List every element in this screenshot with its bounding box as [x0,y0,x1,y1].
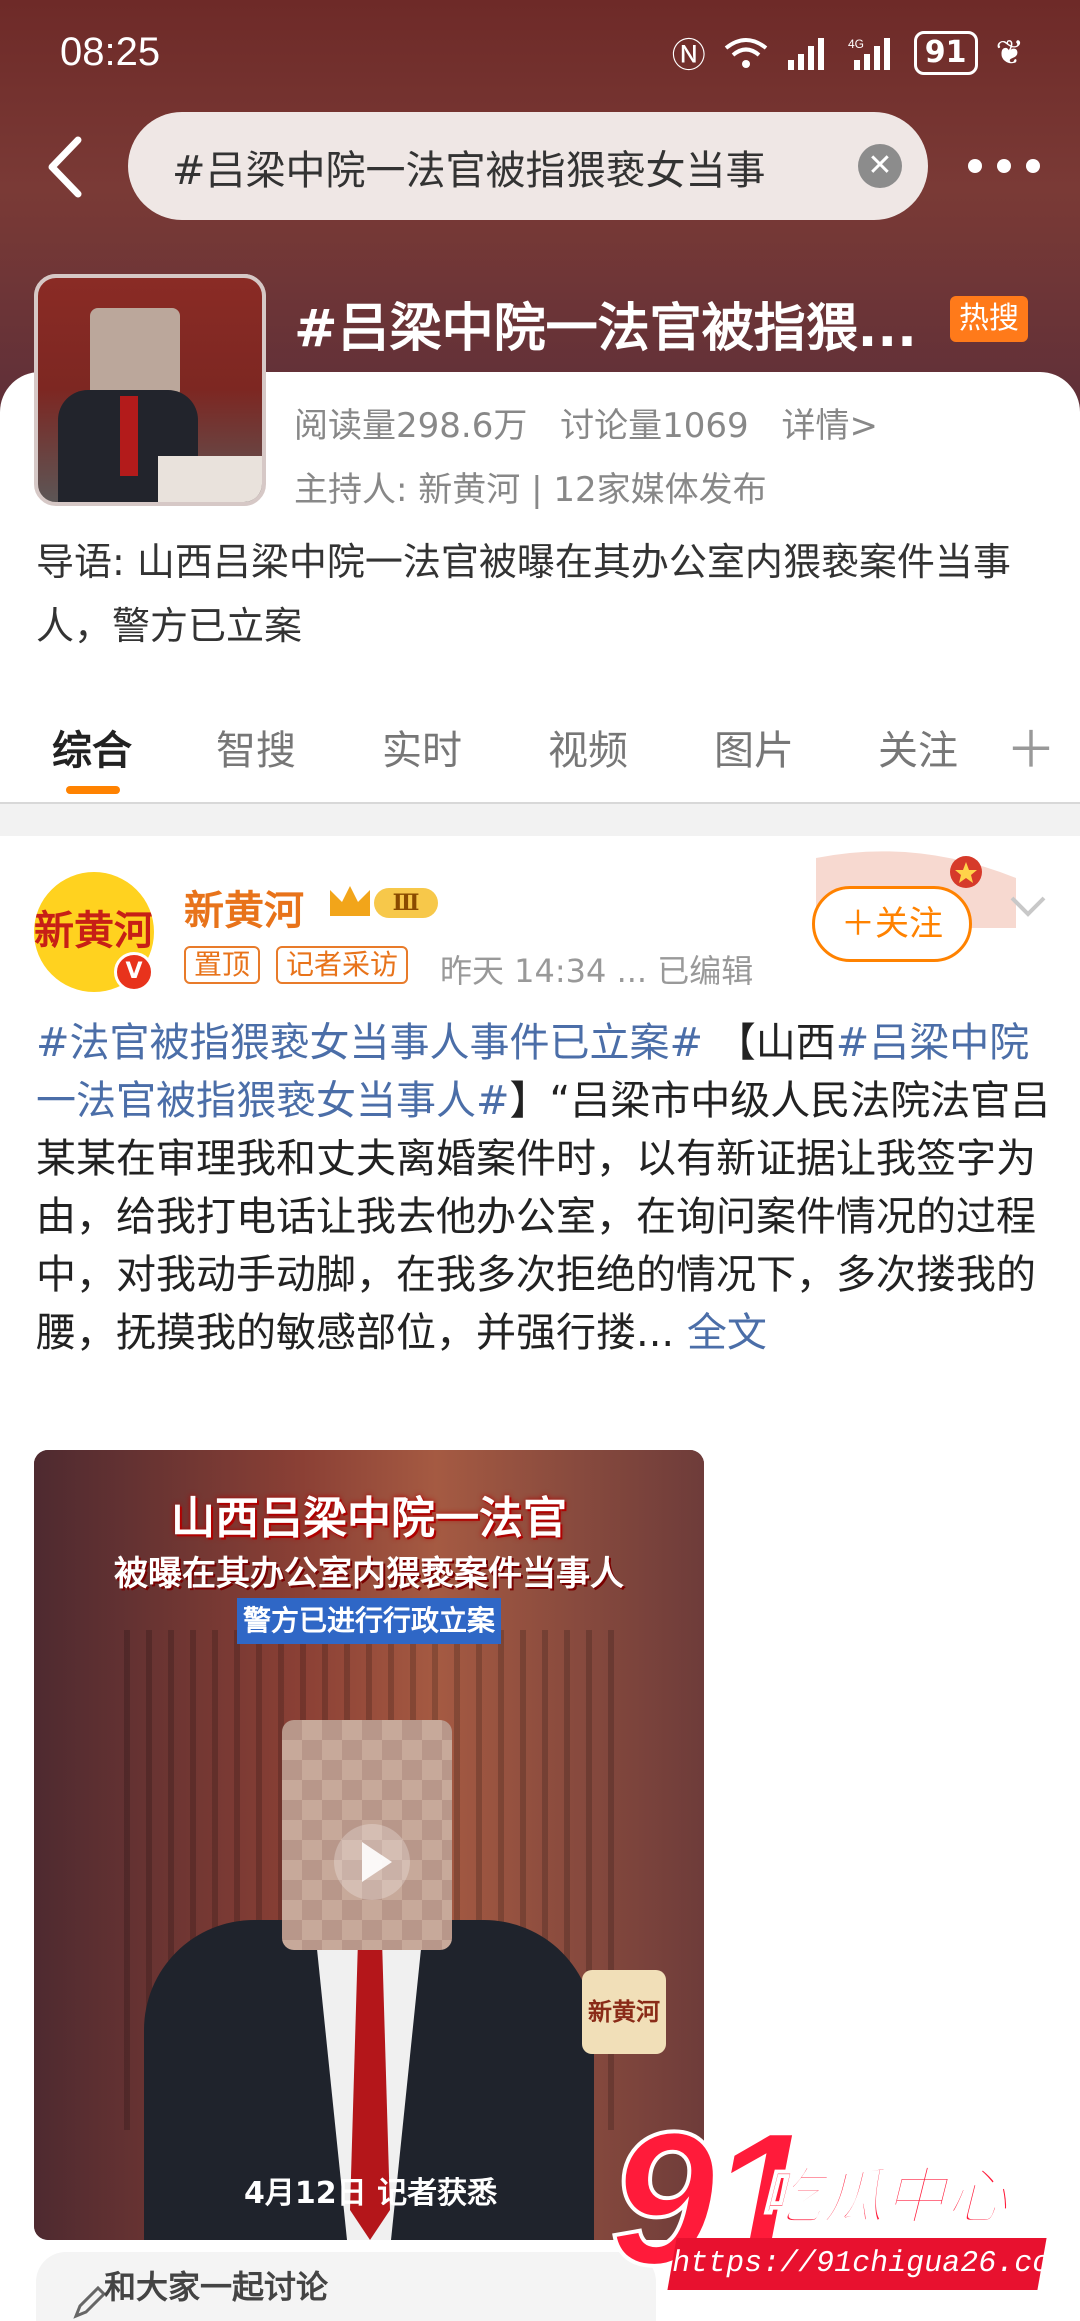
discuss-label: 和大家一起讨论 [104,2268,329,2306]
follow-button[interactable]: ＋关注 [812,886,972,962]
topic-host: 主持人: 新黄河 | 12家媒体发布 [294,470,767,510]
tab-smart-search[interactable]: 智搜 [216,718,296,776]
post-body: #法官被指猥亵女当事人事件已立案# 【山西#吕梁中院一法官被指猥亵女当事人#】“… [36,1020,1051,1356]
topic-stats: 阅读量298.6万 讨论量1069 详情> [294,398,900,447]
leaf-icon: ❦ [995,32,1025,73]
back-arrow-icon[interactable] [38,134,98,200]
tab-realtime[interactable]: 实时 [382,718,462,776]
hashtag-link-case-filed[interactable]: #法官被指猥亵女当事人事件已立案# [36,1020,703,1066]
verified-icon: V [114,952,154,992]
video-headline-1: 山西吕梁中院一法官 [171,1493,567,1544]
read-count: 阅读量298.6万 [294,406,528,446]
tab-following[interactable]: 关注 [878,718,958,776]
svg-text:Ⅲ: Ⅲ [393,890,420,916]
video-headline-2: 被曝在其办公室内猥亵案件当事人 [114,1554,624,1594]
topic-intro: 导语: 山西吕梁中院一法官被曝在其办公室内猥亵案件当事人，警方已立案 [36,540,1011,648]
tab-comprehensive[interactable]: 综合 [52,718,132,776]
clear-search-icon[interactable]: ✕ [858,144,902,188]
tab-video[interactable]: 视频 [548,718,628,776]
post-meta: 昨天 14:34 ... 已编辑 [440,952,754,990]
author-name[interactable]: 新黄河 [184,878,304,936]
section-divider [0,802,1080,836]
watermark-url: https://91chigua26.com [667,2238,1071,2290]
svg-text:4G: 4G [848,37,864,51]
status-bar: 08:25 Ⓝ 4G 91 ❦ [0,0,1080,110]
signal-icon [787,37,824,70]
video-player[interactable]: 山西吕梁中院一法官 被曝在其办公室内猥亵案件当事人 警方已进行行政立案 新黄河 … [34,1450,704,2240]
topic-thumbnail-front[interactable] [34,274,266,506]
chevron-down-icon[interactable] [1008,890,1048,920]
status-time: 08:25 [60,30,161,74]
search-nav-row: #吕梁中院一法官被指猥亵女当事 ✕ [0,112,1080,222]
hot-search-badge: 热搜 [950,296,1028,342]
topic-title: #吕梁中院一法官被指猥... [294,299,917,359]
video-badge: 警方已进行行政立案 [237,1598,501,1644]
add-tab-icon[interactable]: ＋ [1006,710,1056,782]
search-query-text: #吕梁中院一法官被指猥亵女当事 [172,148,766,194]
active-tab-indicator [66,786,120,794]
wifi-icon [724,37,767,68]
signal-4g-icon: 4G [848,37,890,70]
battery-indicator: 91 [913,30,978,75]
status-icons: Ⓝ 4G 91 ❦ [672,28,1024,77]
reporter-interview-tag: 记者采访 [276,946,409,984]
tab-bar: 综合 智搜 实时 视频 图片 关注 ＋ [0,706,1080,802]
pinned-tag: 置顶 [184,946,261,984]
discussion-count: 讨论量1069 [560,406,749,446]
play-icon[interactable] [334,1824,410,1900]
video-date-caption: 4月12日 记者获悉 [244,2176,498,2211]
nfc-icon: Ⓝ [671,36,706,76]
crown-level-icon: Ⅲ [330,886,438,918]
search-input[interactable]: #吕梁中院一法官被指猥亵女当事 ✕ [128,112,928,220]
tab-pictures[interactable]: 图片 [714,718,794,776]
read-full-text-link[interactable]: 全文 [674,1310,767,1356]
details-link[interactable]: 详情> [782,406,879,446]
video-logo: 新黄河 [582,1970,666,2054]
more-options-icon[interactable] [968,148,1040,184]
watermark-title: 吃瓜中心 [759,2159,1009,2234]
